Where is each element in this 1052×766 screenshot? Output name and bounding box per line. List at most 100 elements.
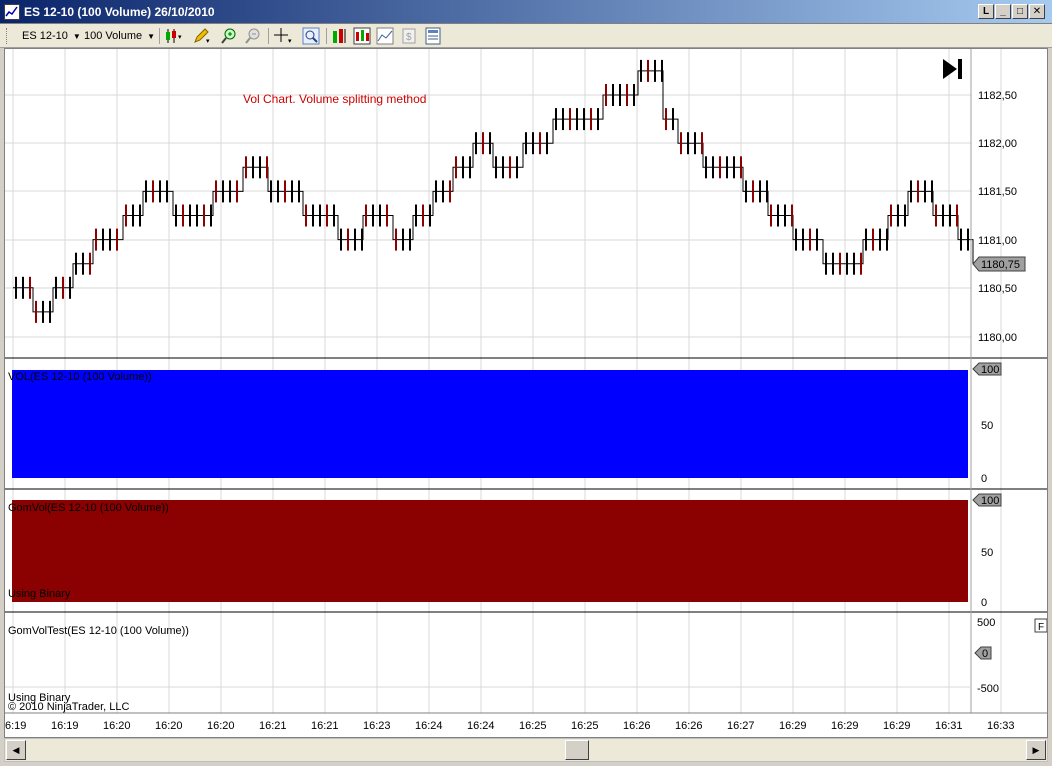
chart-area[interactable]: Vol Chart. Volume splitting method 1182,… <box>4 48 1048 738</box>
horizontal-scrollbar[interactable]: ◀ ▶ <box>4 738 1048 762</box>
price-bar <box>347 228 349 251</box>
last-price-value: 1180,75 <box>981 259 1020 271</box>
price-bar <box>935 204 937 227</box>
time-axis-label: 16:25 <box>519 720 547 732</box>
link-button[interactable]: L <box>978 4 994 19</box>
svg-text:$: $ <box>406 32 412 43</box>
chart-trader-icon[interactable]: $ <box>400 27 418 45</box>
price-bar <box>860 252 862 275</box>
price-axis-label: 1180,00 <box>978 332 1017 344</box>
time-axis-label: 16:21 <box>259 720 287 732</box>
price-bar <box>777 204 779 227</box>
time-axis-label: 16:26 <box>623 720 651 732</box>
price-bar <box>647 59 649 82</box>
price-bar <box>182 204 184 227</box>
time-axis-label: 6:19 <box>5 720 26 732</box>
price-bar <box>795 228 797 251</box>
price-bar <box>766 180 768 203</box>
price-bar <box>960 228 962 251</box>
maximize-button[interactable]: □ <box>1012 4 1028 19</box>
period-selector[interactable]: 100 Volume ▼ <box>84 28 155 44</box>
time-axis-label: 16:29 <box>779 720 807 732</box>
close-button[interactable]: ✕ <box>1029 4 1045 19</box>
scroll-right-button[interactable]: ▶ <box>1026 740 1046 760</box>
scrollbar-thumb[interactable] <box>565 740 589 760</box>
gomvoltest-axis-label: 500 <box>977 617 995 629</box>
gomvol-panel-subtitle: Using Binary <box>8 588 71 600</box>
price-bar <box>102 228 104 251</box>
price-bar <box>784 204 786 227</box>
price-bar <box>897 204 899 227</box>
pencil-draw-icon[interactable]: ▾ <box>192 27 210 45</box>
price-bar <box>910 180 912 203</box>
price-bar <box>726 156 728 179</box>
gomvoltest-zero-value: 0 <box>982 648 988 660</box>
vol-axis-label: 50 <box>981 420 993 432</box>
price-bar <box>931 180 933 203</box>
price-bar <box>546 132 548 155</box>
gomvol-axis-label: 0 <box>981 597 987 609</box>
svg-text:▾: ▾ <box>178 34 182 41</box>
zoom-in-icon[interactable] <box>220 27 238 45</box>
price-bar <box>865 228 867 251</box>
window-titlebar: ES 12-10 (100 Volume) 26/10/2010 L _ □ ✕ <box>0 0 1052 24</box>
price-bar <box>55 276 57 299</box>
scroll-left-button[interactable]: ◀ <box>6 740 26 760</box>
price-bar <box>422 204 424 227</box>
time-axis-label: 16:21 <box>311 720 339 732</box>
price-bar <box>298 180 300 203</box>
price-bar <box>15 276 17 299</box>
price-bar <box>802 228 804 251</box>
chart-canvas[interactable]: Vol Chart. Volume splitting method 1182,… <box>5 49 1047 737</box>
price-bar <box>166 180 168 203</box>
price-bar <box>619 84 621 106</box>
candlestick-style-icon[interactable]: ▾ <box>164 27 182 45</box>
price-bar <box>442 180 444 203</box>
gomvol-panel-title: GomVol(ES 12-10 (100 Volume)) <box>8 502 169 514</box>
price-bar <box>949 204 951 227</box>
price-bar <box>752 180 754 203</box>
price-bar <box>701 132 703 155</box>
price-bar <box>82 252 84 275</box>
data-box-icon[interactable] <box>376 27 394 45</box>
price-bar <box>245 156 247 179</box>
strategies-icon[interactable] <box>353 27 371 45</box>
crosshair-icon[interactable]: ▾ <box>274 27 292 45</box>
flag-button[interactable]: F <box>1034 618 1047 633</box>
price-bar <box>395 228 397 251</box>
price-axis-label: 1180,50 <box>978 283 1017 295</box>
price-bar <box>816 228 818 251</box>
price-bar <box>917 180 919 203</box>
instrument-selector[interactable]: ES 12-10 ▼ <box>22 28 81 44</box>
price-bar <box>449 180 451 203</box>
price-bar <box>95 228 97 251</box>
price-bar <box>555 108 557 131</box>
price-bar <box>203 204 205 227</box>
period-label: 100 Volume <box>84 30 143 42</box>
price-bar <box>956 204 958 227</box>
price-bar <box>189 204 191 227</box>
flag-label: F <box>1038 622 1044 633</box>
price-bar <box>139 204 141 227</box>
zoom-out-icon[interactable] <box>244 27 262 45</box>
chevron-down-icon: ▼ <box>147 32 156 41</box>
time-axis-label: 16:19 <box>51 720 79 732</box>
price-bar <box>270 180 272 203</box>
properties-icon[interactable] <box>424 27 442 45</box>
scroll-to-end-icon[interactable] <box>943 59 962 79</box>
minimize-button[interactable]: _ <box>995 4 1011 19</box>
price-bar <box>740 156 742 179</box>
toolbar-separator <box>326 28 327 44</box>
instrument-label: ES 12-10 <box>22 30 68 42</box>
toolbar-grip[interactable] <box>6 28 9 44</box>
price-bar <box>680 132 682 155</box>
price-bar <box>879 228 881 251</box>
price-bar <box>705 156 707 179</box>
indicators-icon[interactable] <box>331 27 349 45</box>
ninjatrader-app-icon <box>4 4 20 20</box>
price-bar <box>42 300 44 323</box>
price-bar <box>125 204 127 227</box>
magnifier-icon[interactable] <box>302 27 320 45</box>
price-bar <box>516 156 518 179</box>
time-axis-label: 16:26 <box>675 720 703 732</box>
